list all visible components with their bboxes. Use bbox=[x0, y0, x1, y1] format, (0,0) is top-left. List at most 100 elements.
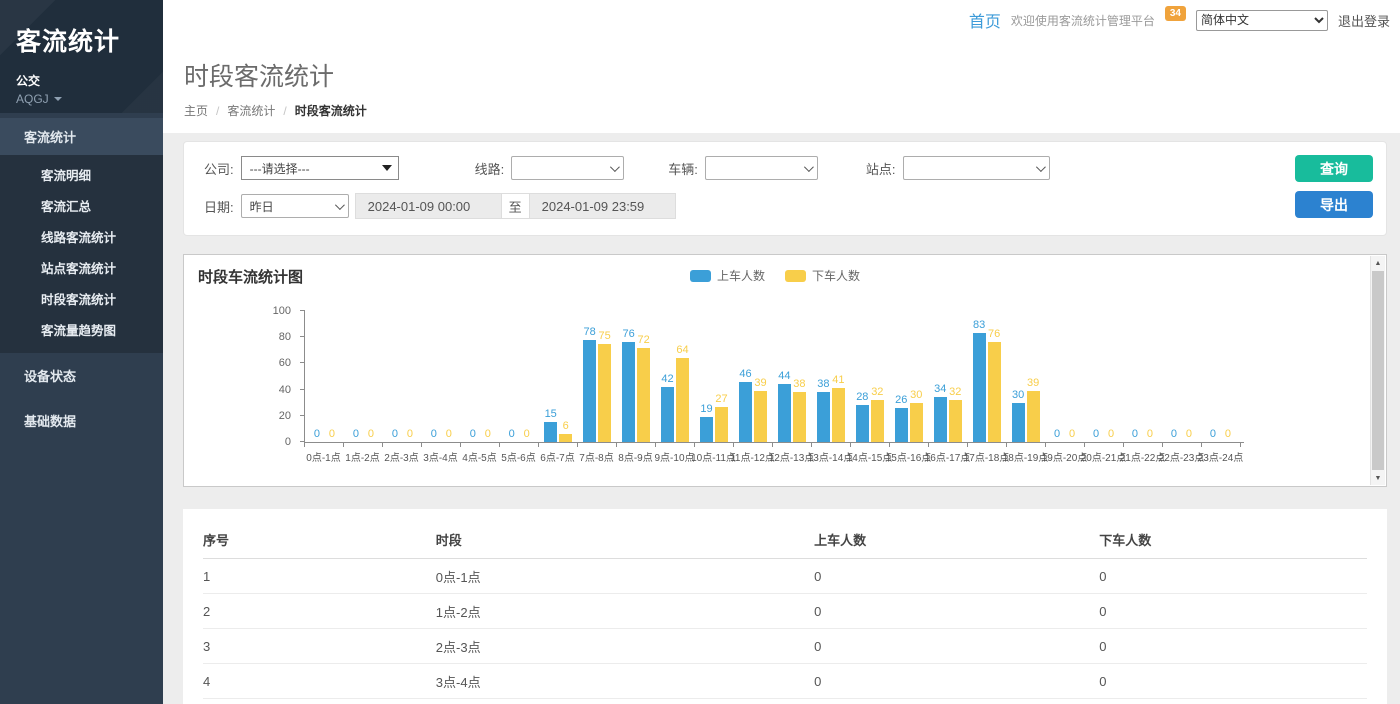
bar[interactable] bbox=[544, 422, 557, 442]
breadcrumb-section[interactable]: 客流统计 bbox=[227, 102, 275, 119]
bar-group: 2832 bbox=[850, 311, 889, 442]
bar[interactable] bbox=[559, 434, 572, 442]
table-cell: 0 bbox=[814, 664, 1099, 699]
bar[interactable] bbox=[817, 392, 830, 442]
bar[interactable] bbox=[715, 407, 728, 442]
company-label: 公司: bbox=[204, 159, 234, 178]
bar[interactable] bbox=[700, 417, 713, 442]
line-select[interactable] bbox=[511, 156, 624, 180]
sidebar-item-device-status[interactable]: 设备状态 bbox=[0, 353, 163, 398]
filter-row-2: 日期: 昨日 2024-01-09 00:00 至 2024-01-09 23:… bbox=[204, 193, 1370, 219]
bar[interactable] bbox=[988, 342, 1001, 442]
bar[interactable] bbox=[910, 403, 923, 442]
date-preset-select[interactable]: 昨日 bbox=[241, 194, 349, 218]
table-cell: 4点-5点 bbox=[436, 699, 814, 704]
chevron-down-icon bbox=[335, 200, 345, 210]
bar[interactable] bbox=[676, 358, 689, 442]
page-title: 时段客流统计 bbox=[184, 57, 1400, 93]
bar-group: 00 bbox=[1123, 311, 1162, 442]
bar[interactable] bbox=[832, 388, 845, 442]
bar[interactable] bbox=[598, 344, 611, 442]
table-row: 54点-5点00 bbox=[203, 699, 1367, 704]
logout-link[interactable]: 退出登录 bbox=[1338, 11, 1390, 30]
scroll-down-icon[interactable]: ▼ bbox=[1371, 471, 1385, 485]
bar-value-label: 32 bbox=[871, 386, 883, 398]
bar[interactable] bbox=[637, 348, 650, 442]
date-from-input[interactable]: 2024-01-09 00:00 bbox=[355, 193, 502, 219]
sidebar-item-base-data[interactable]: 基础数据 bbox=[0, 398, 163, 443]
sidebar-subitem[interactable]: 线路客流统计 bbox=[0, 221, 163, 252]
breadcrumb-separator: / bbox=[216, 104, 219, 118]
bar-value-label: 0 bbox=[1054, 428, 1060, 440]
bar[interactable] bbox=[778, 384, 791, 442]
bar[interactable] bbox=[1027, 391, 1040, 442]
legend-swatch-icon bbox=[785, 270, 806, 282]
y-axis-tick-label: 80 bbox=[251, 331, 291, 343]
bar-group: 7875 bbox=[578, 311, 617, 442]
x-axis-labels: 0点-1点1点-2点2点-3点3点-4点4点-5点5点-6点6点-7点7点-8点… bbox=[304, 449, 1244, 464]
notification-badge[interactable]: 34 bbox=[1165, 6, 1186, 21]
bar[interactable] bbox=[622, 342, 635, 442]
bar[interactable] bbox=[739, 382, 752, 442]
legend-item[interactable]: 下车人数 bbox=[785, 267, 860, 284]
station-select[interactable] bbox=[903, 156, 1050, 180]
table-header: 下车人数 bbox=[1099, 521, 1367, 559]
date-to-input[interactable]: 2024-01-09 23:59 bbox=[529, 193, 676, 219]
vehicle-select[interactable] bbox=[705, 156, 818, 180]
x-axis-label: 2点-3点 bbox=[382, 449, 421, 464]
bar[interactable] bbox=[871, 400, 884, 442]
x-axis-label: 6点-7点 bbox=[538, 449, 577, 464]
bar-value-label: 0 bbox=[470, 428, 476, 440]
chevron-down-icon bbox=[1035, 162, 1045, 172]
sidebar-subitem[interactable]: 客流明细 bbox=[0, 159, 163, 190]
bar[interactable] bbox=[856, 405, 869, 442]
breadcrumb-home[interactable]: 主页 bbox=[184, 102, 208, 119]
bar-group: 00 bbox=[1084, 311, 1123, 442]
data-table-panel: 序号时段上车人数下车人数 10点-1点0021点-2点0032点-3点0043点… bbox=[183, 509, 1387, 704]
bar-value-label: 28 bbox=[856, 391, 868, 403]
x-axis-label: 15点-16点 bbox=[889, 449, 928, 464]
table-cell: 0 bbox=[1099, 629, 1367, 664]
bar-value-label: 78 bbox=[584, 326, 596, 338]
scrollbar-thumb[interactable] bbox=[1372, 271, 1384, 470]
bar[interactable] bbox=[661, 387, 674, 442]
bar-value-label: 0 bbox=[1132, 428, 1138, 440]
bar-value-label: 41 bbox=[832, 374, 844, 386]
bar-group: 156 bbox=[539, 311, 578, 442]
bar[interactable] bbox=[973, 333, 986, 442]
bar[interactable] bbox=[1012, 403, 1025, 442]
bar-group: 00 bbox=[461, 311, 500, 442]
table-cell: 0 bbox=[814, 629, 1099, 664]
language-select[interactable]: 简体中文 bbox=[1196, 10, 1328, 31]
company-select[interactable]: ---请选择--- bbox=[241, 156, 399, 180]
sidebar-item-passenger-stats[interactable]: 客流统计 bbox=[0, 118, 163, 155]
bar[interactable] bbox=[949, 400, 962, 442]
bar-value-label: 38 bbox=[793, 378, 805, 390]
bar-value-label: 46 bbox=[739, 368, 751, 380]
legend-item[interactable]: 上车人数 bbox=[690, 267, 765, 284]
bar[interactable] bbox=[754, 391, 767, 442]
scroll-up-icon[interactable]: ▲ bbox=[1371, 256, 1385, 270]
sidebar-subitem[interactable]: 客流量趋势图 bbox=[0, 314, 163, 345]
bar-group: 3039 bbox=[1006, 311, 1045, 442]
date-preset-value: 昨日 bbox=[250, 198, 274, 215]
sidebar-subitem[interactable]: 站点客流统计 bbox=[0, 252, 163, 283]
chart-scrollbar[interactable]: ▲ ▼ bbox=[1370, 256, 1385, 485]
home-link[interactable]: 首页 bbox=[969, 8, 1001, 32]
table-cell: 0 bbox=[1099, 594, 1367, 629]
sidebar-subitem[interactable]: 客流汇总 bbox=[0, 190, 163, 221]
sidebar-subitem[interactable]: 时段客流统计 bbox=[0, 283, 163, 314]
export-button[interactable]: 导出 bbox=[1295, 191, 1373, 218]
table-cell: 0 bbox=[1099, 699, 1367, 704]
x-axis-label: 14点-15点 bbox=[850, 449, 889, 464]
bar-group: 1927 bbox=[695, 311, 734, 442]
query-button[interactable]: 查询 bbox=[1295, 155, 1373, 182]
bar[interactable] bbox=[793, 392, 806, 442]
bar[interactable] bbox=[895, 408, 908, 442]
bar[interactable] bbox=[583, 340, 596, 442]
dropdown-arrow-icon bbox=[382, 165, 392, 171]
bar[interactable] bbox=[934, 397, 947, 442]
user-dropdown[interactable]: AQGJ bbox=[16, 92, 163, 106]
filter-row-1: 公司: ---请选择--- 线路: 车辆: 站点: bbox=[204, 156, 1370, 180]
bar-value-label: 76 bbox=[988, 328, 1000, 340]
